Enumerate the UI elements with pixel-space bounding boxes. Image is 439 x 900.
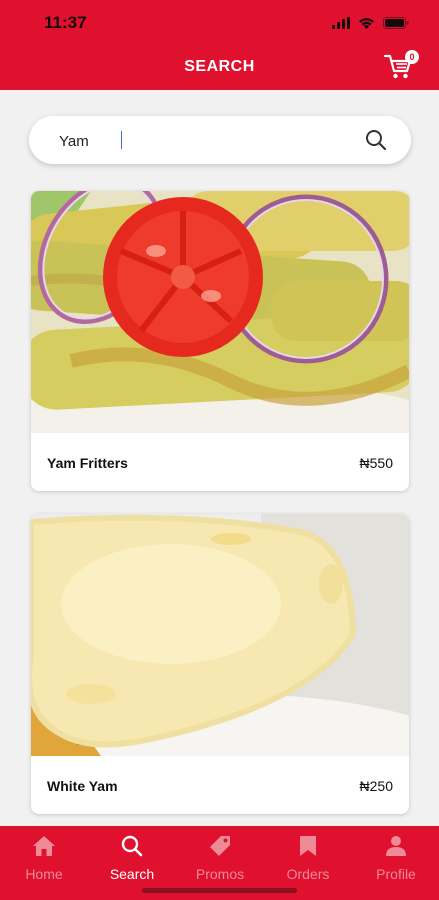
nav-item-profile[interactable]: Profile [352, 834, 439, 882]
status-bar: 11:37 [0, 0, 439, 48]
status-time: 11:37 [44, 13, 87, 32]
page-title: SEARCH [184, 58, 255, 75]
cart-icon [383, 54, 413, 84]
nav-label: Orders [286, 866, 330, 882]
tag-icon [176, 834, 264, 858]
nav-label: Search [109, 866, 155, 882]
nav-label: Promos [195, 866, 245, 882]
yam-fritters-image [31, 191, 409, 433]
white-yam-image [31, 514, 409, 756]
search-input[interactable] [59, 130, 359, 152]
home-icon [0, 834, 88, 858]
search-bar[interactable] [29, 116, 411, 164]
nav-label: Home [25, 866, 63, 882]
wifi-icon [358, 14, 375, 33]
search-icon [88, 834, 176, 858]
nav-item-orders[interactable]: Orders [264, 834, 352, 882]
status-icons [332, 14, 409, 33]
bookmark-icon [264, 834, 352, 858]
result-price: ₦250 [359, 778, 393, 794]
signal-icon [332, 14, 350, 33]
result-price: ₦550 [359, 455, 393, 471]
battery-icon [383, 14, 409, 33]
text-caret [121, 131, 122, 149]
result-card[interactable]: White Yam ₦250 [31, 514, 409, 814]
cart-button[interactable]: 0 [383, 50, 419, 84]
result-name: White Yam [47, 778, 118, 794]
home-indicator [142, 888, 297, 893]
cart-count-badge: 0 [405, 50, 419, 64]
nav-item-promos[interactable]: Promos [176, 834, 264, 882]
search-icon[interactable] [365, 129, 387, 155]
top-bar: 11:37 SEARCH 0 [0, 0, 439, 90]
nav-item-home[interactable]: Home [0, 834, 88, 882]
result-card[interactable]: Yam Fritters ₦550 [31, 191, 409, 491]
person-icon [352, 834, 439, 858]
nav-label: Profile [376, 866, 416, 882]
nav-item-search[interactable]: Search [88, 834, 176, 882]
result-name: Yam Fritters [47, 455, 128, 471]
